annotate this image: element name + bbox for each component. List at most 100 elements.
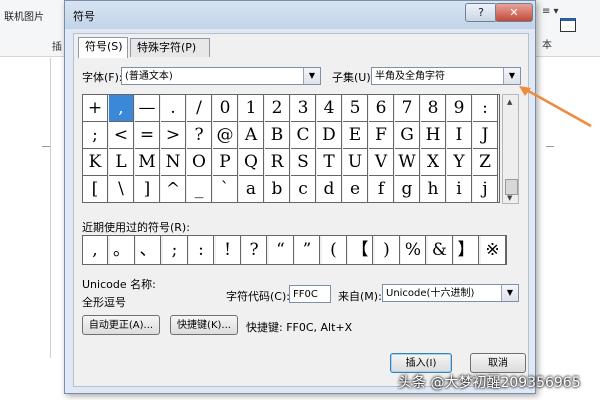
- symbol-cell[interactable]: /: [187, 95, 212, 122]
- symbol-cell[interactable]: Q: [239, 149, 264, 176]
- symbol-cell[interactable]: 6: [369, 95, 394, 122]
- recent-symbol-cell[interactable]: ): [374, 236, 400, 264]
- symbol-cell[interactable]: c: [291, 176, 316, 203]
- symbol-cell[interactable]: G: [395, 122, 420, 149]
- shortcut-key-button[interactable]: 快捷键(K)...: [170, 315, 238, 335]
- symbol-cell[interactable]: \: [109, 176, 134, 203]
- symbol-cell[interactable]: :: [473, 95, 498, 122]
- recent-symbol-cell[interactable]: !: [215, 236, 241, 264]
- font-select[interactable]: (普通文本) ▼: [121, 67, 321, 85]
- chevron-down-icon[interactable]: ▼: [501, 285, 518, 301]
- recent-symbol-cell[interactable]: ;: [162, 236, 188, 264]
- symbol-cell[interactable]: U: [343, 149, 368, 176]
- dialog-title: 符号: [73, 10, 95, 23]
- recent-symbol-cell[interactable]: 、: [136, 236, 161, 264]
- symbol-cell[interactable]: Y: [447, 149, 472, 176]
- symbol-cell[interactable]: j: [473, 176, 498, 203]
- symbol-cell[interactable]: b: [265, 176, 290, 203]
- autocorrect-button[interactable]: 自动更正(A)...: [82, 315, 160, 335]
- symbol-cell[interactable]: +: [83, 95, 108, 122]
- symbol-cell[interactable]: d: [317, 176, 342, 203]
- symbol-cell[interactable]: I: [447, 122, 472, 149]
- symbol-cell[interactable]: N: [161, 149, 186, 176]
- close-button[interactable]: ✕: [495, 3, 533, 22]
- recent-symbol-cell[interactable]: “: [268, 236, 294, 264]
- chevron-down-icon[interactable]: ▼: [303, 68, 320, 84]
- symbol-cell[interactable]: e: [343, 176, 368, 203]
- symbol-cell[interactable]: V: [369, 149, 394, 176]
- symbol-cell[interactable]: @: [213, 122, 238, 149]
- symbol-cell[interactable]: ,: [109, 95, 134, 122]
- symbol-cell[interactable]: ]: [135, 176, 160, 203]
- symbol-cell[interactable]: Z: [473, 149, 498, 176]
- symbol-cell[interactable]: 9: [447, 95, 472, 122]
- symbol-cell[interactable]: F: [369, 122, 394, 149]
- scroll-down-icon[interactable]: ▼: [507, 194, 512, 202]
- symbol-cell[interactable]: <: [109, 122, 134, 149]
- symbol-cell[interactable]: C: [291, 122, 316, 149]
- symbol-cell[interactable]: W: [395, 149, 420, 176]
- symbol-cell[interactable]: 2: [265, 95, 290, 122]
- symbol-cell[interactable]: .: [161, 95, 186, 122]
- tab-special-characters[interactable]: 特殊字符(P): [130, 38, 210, 57]
- symbol-cell[interactable]: B: [265, 122, 290, 149]
- symbol-cell[interactable]: O: [187, 149, 212, 176]
- symbol-cell[interactable]: 8: [421, 95, 446, 122]
- symbol-cell[interactable]: h: [421, 176, 446, 203]
- symbol-cell[interactable]: H: [421, 122, 446, 149]
- symbol-cell[interactable]: P: [213, 149, 238, 176]
- recent-symbol-cell[interactable]: ,: [83, 236, 108, 264]
- symbol-cell[interactable]: _: [187, 176, 212, 203]
- symbol-cell[interactable]: 5: [343, 95, 368, 122]
- recent-symbol-cell[interactable]: (: [321, 236, 347, 264]
- dialog-titlebar[interactable]: 符号 ? ✕: [65, 1, 535, 29]
- symbol-cell[interactable]: i: [447, 176, 472, 203]
- symbol-cell[interactable]: =: [135, 122, 160, 149]
- symbol-cell[interactable]: 1: [239, 95, 264, 122]
- symbol-cell[interactable]: ^: [161, 176, 186, 203]
- symbol-cell[interactable]: ;: [83, 122, 108, 149]
- cancel-button[interactable]: 取消: [470, 353, 526, 373]
- symbol-cell[interactable]: >: [161, 122, 186, 149]
- recent-symbol-cell[interactable]: 】: [454, 236, 479, 264]
- recent-symbol-cell[interactable]: 【: [348, 236, 373, 264]
- symbol-cell[interactable]: 3: [291, 95, 316, 122]
- scroll-up-icon[interactable]: ▲: [507, 98, 512, 106]
- symbol-cell[interactable]: `: [213, 176, 238, 203]
- recent-symbol-cell[interactable]: ”: [295, 236, 320, 264]
- char-code-input[interactable]: FF0C: [289, 285, 331, 303]
- symbol-cell[interactable]: D: [317, 122, 342, 149]
- subset-select[interactable]: 半角及全角字符 ▼: [371, 67, 521, 85]
- scroll-thumb[interactable]: [505, 179, 518, 195]
- symbol-cell[interactable]: A: [239, 122, 264, 149]
- symbol-cell[interactable]: ?: [187, 122, 212, 149]
- symbol-cell[interactable]: R: [265, 149, 290, 176]
- recent-symbol-cell[interactable]: %: [401, 236, 426, 264]
- tab-symbols[interactable]: 符号(S): [78, 37, 128, 58]
- symbol-cell[interactable]: S: [291, 149, 316, 176]
- from-select[interactable]: Unicode(十六进制) ▼: [382, 284, 519, 302]
- symbol-cell[interactable]: E: [343, 122, 368, 149]
- symbol-cell[interactable]: T: [317, 149, 342, 176]
- help-button[interactable]: ?: [465, 3, 497, 22]
- recent-symbol-cell[interactable]: ?: [242, 236, 267, 264]
- symbol-cell[interactable]: M: [135, 149, 160, 176]
- recent-symbol-cell[interactable]: &: [427, 236, 453, 264]
- font-select-value: (普通文本): [125, 71, 173, 82]
- symbol-cell[interactable]: a: [239, 176, 264, 203]
- symbol-cell[interactable]: J: [473, 122, 498, 149]
- recent-symbol-cell[interactable]: :: [189, 236, 214, 264]
- symbol-cell[interactable]: 4: [317, 95, 342, 122]
- symbol-cell[interactable]: L: [109, 149, 134, 176]
- insert-button[interactable]: 插入(I): [390, 353, 452, 373]
- symbol-cell[interactable]: X: [421, 149, 446, 176]
- symbol-cell[interactable]: K: [83, 149, 108, 176]
- symbol-cell[interactable]: [: [83, 176, 108, 203]
- symbol-cell[interactable]: 0: [213, 95, 238, 122]
- symbol-cell[interactable]: f: [369, 176, 394, 203]
- symbol-cell[interactable]: 7: [395, 95, 420, 122]
- recent-symbol-cell[interactable]: 。: [109, 236, 135, 264]
- symbol-cell[interactable]: —: [135, 95, 160, 122]
- recent-symbol-cell[interactable]: ※: [480, 236, 506, 264]
- symbol-cell[interactable]: g: [395, 176, 420, 203]
